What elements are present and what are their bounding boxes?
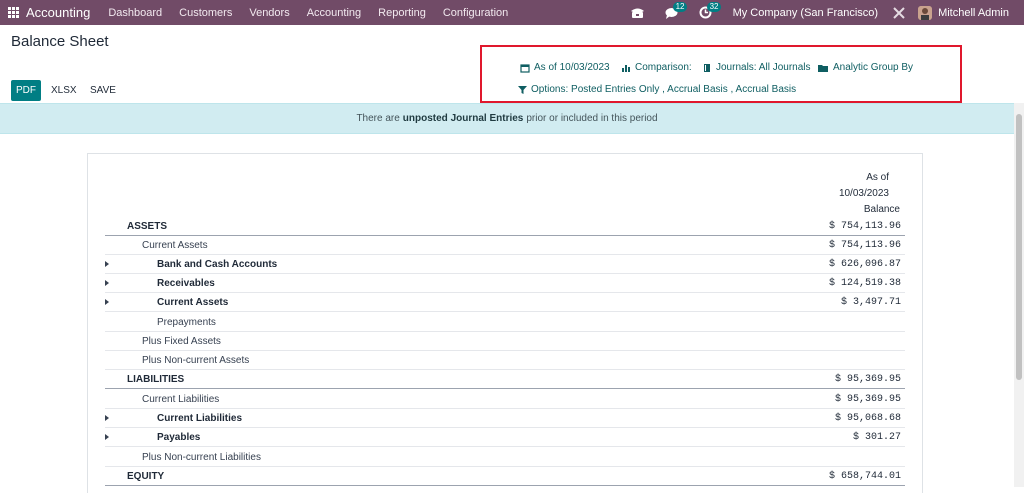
report-row-bank-cash[interactable]: Bank and Cash Accounts $ 626,096.87 [105, 255, 905, 274]
row-amount: $ 95,369.95 [834, 393, 901, 405]
column-header-date: 10/03/2023 [838, 188, 889, 199]
banner-prefix: There are [356, 113, 400, 124]
comparison-filter[interactable]: Comparison: [621, 62, 692, 73]
unposted-entries-banner: There are unposted Journal Entries prior… [0, 103, 1014, 134]
row-label: Payables [157, 431, 201, 443]
expand-caret-icon[interactable] [105, 261, 109, 267]
date-filter-label: As of 10/03/2023 [534, 62, 610, 73]
pdf-button[interactable]: PDF [11, 80, 41, 101]
journals-label: Journals: All Journals [716, 62, 811, 73]
banner-suffix: prior or included in this period [526, 113, 658, 124]
book-icon [702, 63, 712, 73]
column-header-balance: Balance [863, 204, 900, 215]
page-title: Balance Sheet [11, 33, 109, 50]
report-row-equity[interactable]: EQUITY $ 658,744.01 [105, 467, 905, 486]
expand-caret-icon[interactable] [105, 415, 109, 421]
row-amount: $ 754,113.96 [828, 239, 901, 251]
row-label: Receivables [157, 277, 215, 289]
report-row-payables[interactable]: Payables $ 301.27 [105, 428, 905, 447]
balance-sheet-report: As of 10/03/2023 Balance ASSETS $ 754,11… [87, 153, 923, 493]
debug-tools-icon[interactable] [892, 6, 906, 20]
options-filter[interactable]: Options: Posted Entries Only , Accrual B… [518, 84, 796, 95]
row-label: Plus Non-current Assets [142, 354, 250, 366]
user-avatar[interactable] [918, 5, 933, 20]
menu-accounting[interactable]: Accounting [307, 7, 361, 19]
row-label: LIABILITIES [127, 373, 185, 385]
funnel-icon [518, 85, 527, 95]
journals-filter[interactable]: Journals: All Journals [702, 62, 811, 73]
menu-configuration[interactable]: Configuration [443, 7, 508, 19]
row-label: Plus Fixed Assets [142, 335, 221, 347]
report-row-current-assets-group[interactable]: Current Assets $ 754,113.96 [105, 236, 905, 255]
folder-open-icon [818, 63, 829, 73]
report-row-current-liabilities[interactable]: Current Liabilities $ 95,068.68 [105, 409, 905, 428]
report-row-noncurrent-liabilities[interactable]: Plus Non-current Liabilities [105, 448, 905, 467]
activity-badge: 32 [706, 1, 722, 12]
expand-caret-icon[interactable] [105, 299, 109, 305]
row-amount: $ 626,096.87 [828, 258, 901, 270]
report-row-current-liabilities-group[interactable]: Current Liabilities $ 95,369.95 [105, 390, 905, 409]
phone-icon[interactable] [631, 6, 645, 20]
report-row-current-assets[interactable]: Current Assets $ 3,497.71 [105, 293, 905, 312]
control-panel: Balance Sheet PDF XLSX SAVE As of 10/03/… [0, 25, 1024, 103]
report-row-assets[interactable]: ASSETS $ 754,113.96 [105, 217, 905, 236]
row-amount: $ 754,113.96 [828, 220, 901, 232]
company-switcher[interactable]: My Company (San Francisco) [733, 7, 879, 19]
bar-chart-icon [621, 63, 631, 73]
report-row-fixed-assets[interactable]: Plus Fixed Assets [105, 332, 905, 351]
menu-vendors[interactable]: Vendors [249, 7, 289, 19]
row-label: Bank and Cash Accounts [157, 258, 278, 270]
column-header-as-of: As of [866, 172, 889, 183]
menu-dashboard[interactable]: Dashboard [108, 7, 162, 19]
report-row-receivables[interactable]: Receivables $ 124,519.38 [105, 274, 905, 293]
row-label: Current Liabilities [142, 393, 220, 405]
row-amount: $ 3,497.71 [840, 296, 901, 308]
options-label: Options: Posted Entries Only , Accrual B… [531, 84, 797, 95]
comparison-label: Comparison: [635, 62, 692, 73]
app-name[interactable]: Accounting [26, 5, 90, 20]
unposted-entries-link[interactable]: unposted Journal Entries [403, 113, 524, 124]
save-button[interactable]: SAVE [90, 85, 116, 96]
row-label: Current Liabilities [157, 412, 243, 424]
app-grid-icon[interactable] [8, 6, 20, 19]
row-amount: $ 95,068.68 [834, 412, 901, 424]
xlsx-button[interactable]: XLSX [51, 85, 77, 96]
row-label: EQUITY [127, 470, 165, 482]
row-label: Current Assets [142, 239, 208, 251]
messages-icon[interactable]: 12 [665, 1, 688, 20]
row-amount: $ 658,744.01 [828, 470, 901, 482]
row-label: ASSETS [127, 220, 168, 232]
row-amount: $ 301.27 [852, 431, 901, 443]
report-row-liabilities[interactable]: LIABILITIES $ 95,369.95 [105, 370, 905, 389]
analytic-label: Analytic Group By [833, 62, 914, 73]
menu-reporting[interactable]: Reporting [378, 7, 426, 19]
report-row-noncurrent-assets[interactable]: Plus Non-current Assets [105, 351, 905, 370]
report-row-prepayments[interactable]: Prepayments [105, 313, 905, 332]
messages-badge: 12 [672, 1, 688, 12]
menu-customers[interactable]: Customers [179, 7, 232, 19]
row-label: Plus Non-current Liabilities [142, 451, 261, 463]
expand-caret-icon[interactable] [105, 280, 109, 286]
filters-highlight-box: As of 10/03/2023 Comparison: Journals: A… [480, 45, 962, 103]
analytic-group-filter[interactable]: Analytic Group By [818, 62, 913, 73]
row-amount: $ 124,519.38 [828, 277, 901, 289]
top-navbar: Accounting Dashboard Customers Vendors A… [0, 0, 1024, 25]
date-filter[interactable]: As of 10/03/2023 [520, 62, 610, 73]
row-label: Current Assets [157, 296, 229, 308]
activity-clock-icon[interactable]: 32 [699, 1, 722, 20]
expand-caret-icon[interactable] [105, 434, 109, 440]
calendar-icon [520, 63, 530, 73]
scrollbar-thumb[interactable] [1016, 114, 1022, 380]
row-amount: $ 95,369.95 [834, 373, 901, 385]
user-name[interactable]: Mitchell Admin [938, 7, 1009, 19]
row-label: Prepayments [157, 316, 216, 328]
